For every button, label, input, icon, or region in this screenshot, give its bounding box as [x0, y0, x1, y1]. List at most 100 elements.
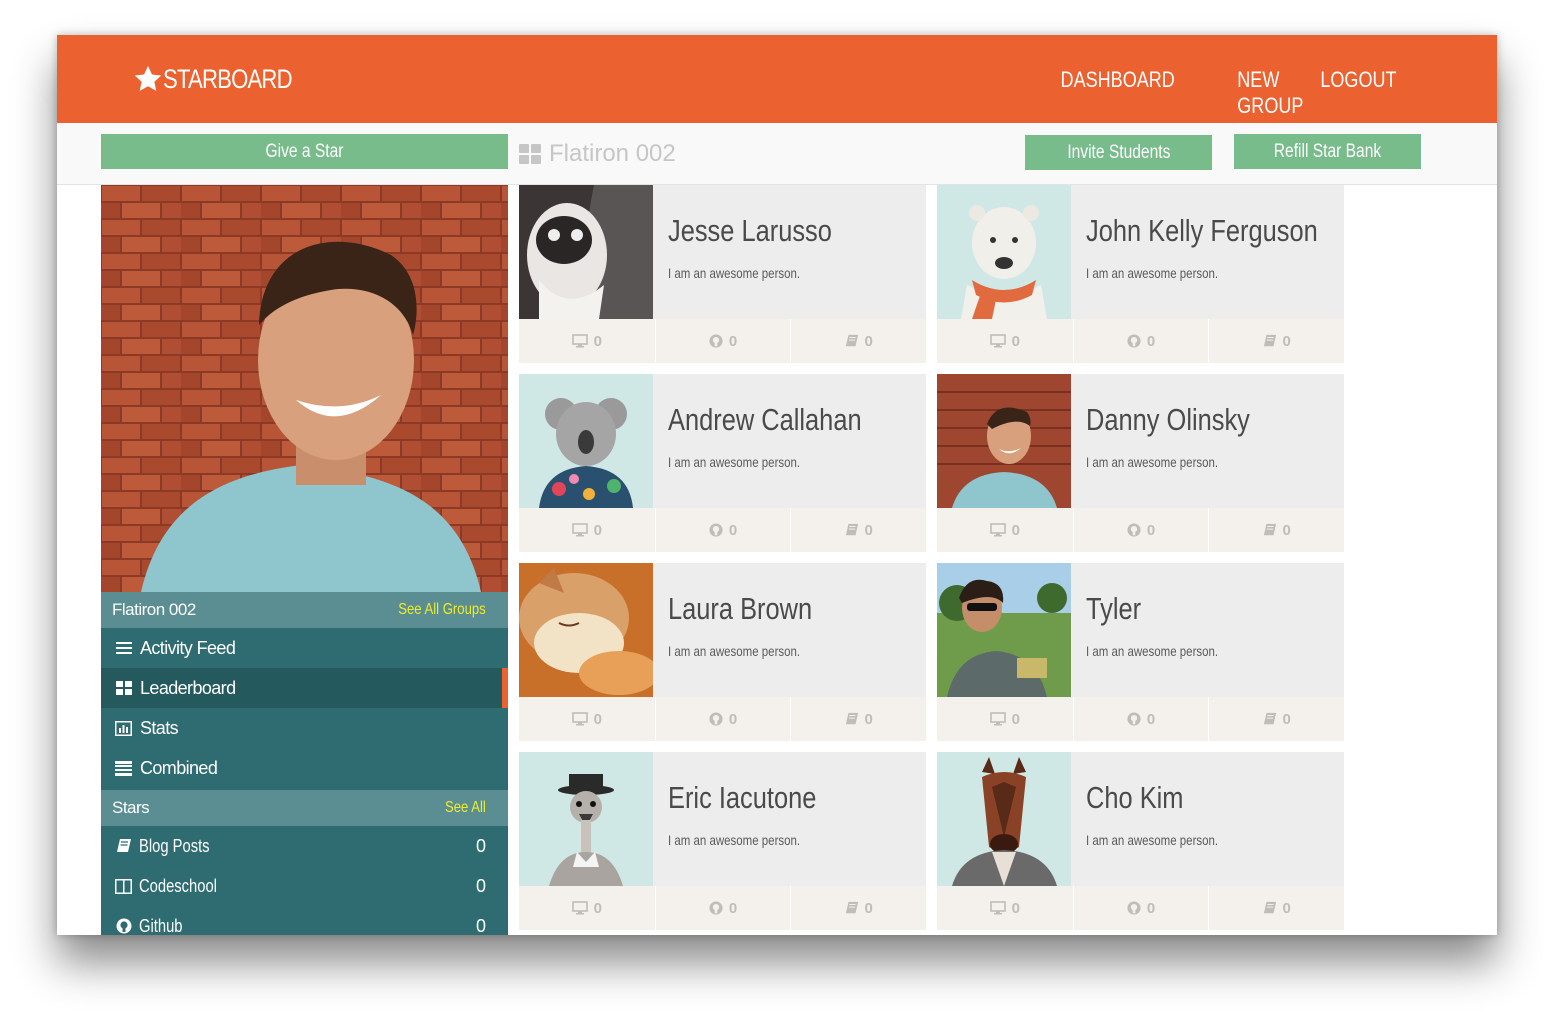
stat-computer: 0 — [519, 886, 655, 930]
sidebar: Flatiron 002 See All Groups Activity Fee… — [101, 185, 508, 935]
stat-computer: 0 — [519, 697, 655, 741]
sidebar-item-stats[interactable]: Stats — [101, 708, 508, 748]
stat-github: 0 — [1072, 697, 1209, 741]
stat-count: 0 — [593, 332, 602, 350]
student-card[interactable]: Eric Iacutone I am an awesome person. 0 0 0 — [519, 752, 926, 930]
sidebar-item-leaderboard[interactable]: Leaderboard — [101, 668, 508, 708]
stat-computer: 0 — [519, 508, 655, 552]
student-card[interactable]: John Kelly Ferguson I am an awesome perso… — [937, 185, 1344, 363]
student-name[interactable]: Jesse Larusso — [668, 213, 832, 249]
star-label: Codeschool — [139, 875, 217, 896]
stat-book: 0 — [790, 697, 926, 741]
student-name[interactable]: Cho Kim — [1086, 780, 1183, 816]
stat-count: 0 — [864, 521, 873, 539]
student-card[interactable]: Jesse Larusso I am an awesome person. 0 0 0 — [519, 185, 926, 363]
stat-count: 0 — [864, 710, 873, 728]
book-icon — [1263, 901, 1283, 915]
student-card[interactable]: Danny Olinsky I am an awesome person. 0 0 0 — [937, 374, 1344, 552]
student-name[interactable]: John Kelly Ferguson — [1086, 213, 1318, 249]
student-card[interactable]: Tyler I am an awesome person. 0 0 0 — [937, 563, 1344, 741]
invite-students-button[interactable]: Invite Students — [1025, 135, 1212, 170]
see-all-stars-link[interactable]: See All — [445, 799, 486, 817]
stat-count: 0 — [1146, 332, 1156, 350]
nav-new-group[interactable]: NEW GROUP — [1238, 67, 1304, 119]
star-count: 0 — [475, 835, 486, 856]
bar-chart-icon — [115, 720, 132, 737]
student-card[interactable]: Andrew Callahan I am an awesome person. 0 0… — [519, 374, 926, 552]
stat-computer: 0 — [937, 319, 1073, 363]
list-icon — [115, 640, 132, 657]
stat-count: 0 — [1146, 899, 1156, 917]
student-avatar — [937, 752, 1071, 886]
student-stats: 0 0 0 — [519, 886, 926, 930]
stat-count: 0 — [728, 332, 738, 350]
student-avatar — [519, 563, 653, 697]
star-count: 0 — [475, 875, 486, 896]
stat-github: 0 — [1072, 319, 1209, 363]
stat-github: 0 — [654, 886, 791, 930]
see-all-groups-link[interactable]: See All Groups — [398, 601, 486, 619]
refill-star-bank-label: Refill Star Bank — [1273, 140, 1382, 162]
stat-book: 0 — [790, 319, 926, 363]
stat-github: 0 — [1072, 508, 1209, 552]
stat-count: 0 — [1011, 332, 1020, 350]
student-name[interactable]: Andrew Callahan — [668, 402, 862, 438]
stat-github: 0 — [1072, 886, 1209, 930]
refill-star-bank-button[interactable]: Refill Star Bank — [1234, 134, 1421, 169]
student-name[interactable]: Laura Brown — [668, 591, 812, 627]
stat-count: 0 — [728, 710, 738, 728]
sidebar-item-label: Combined — [140, 757, 218, 778]
stat-count: 0 — [1146, 521, 1156, 539]
student-card[interactable]: Cho Kim I am an awesome person. 0 0 0 — [937, 752, 1344, 930]
nav-dashboard[interactable]: DASHBOARD — [1060, 67, 1174, 93]
sidebar-item-activity-feed[interactable]: Activity Feed — [101, 628, 508, 668]
stat-count: 0 — [864, 899, 873, 917]
stars-header: Stars See All — [101, 790, 508, 826]
stat-count: 0 — [1282, 710, 1291, 728]
student-avatar — [519, 752, 653, 886]
stat-count: 0 — [593, 899, 602, 917]
computer-icon — [571, 901, 594, 915]
student-stats: 0 0 0 — [519, 697, 926, 741]
student-stats: 0 0 0 — [937, 319, 1344, 363]
star-row-codeschool[interactable]: Codeschool 0 — [101, 866, 508, 906]
stat-count: 0 — [1011, 521, 1020, 539]
student-name[interactable]: Tyler — [1086, 591, 1141, 627]
group-title-text: Flatiron 002 — [549, 140, 676, 167]
stat-count: 0 — [593, 521, 602, 539]
sidebar-item-combined[interactable]: Combined — [101, 748, 508, 788]
github-icon — [709, 712, 729, 726]
star-row-github[interactable]: Github 0 — [101, 906, 508, 935]
student-avatar — [937, 563, 1071, 697]
github-icon — [709, 334, 729, 348]
stat-book: 0 — [1208, 508, 1344, 552]
github-icon — [709, 901, 729, 915]
stat-computer: 0 — [937, 508, 1073, 552]
stat-book: 0 — [790, 508, 926, 552]
computer-icon — [989, 712, 1012, 726]
student-avatar — [519, 185, 653, 319]
stat-count: 0 — [728, 899, 738, 917]
nav-logout[interactable]: LOGOUT — [1320, 67, 1396, 93]
stars-title: Stars — [112, 798, 150, 817]
give-star-label: Give a Star — [265, 140, 344, 162]
invite-students-label: Invite Students — [1066, 141, 1171, 163]
brand-logo[interactable]: STARBOARD — [133, 61, 320, 97]
top-navbar: STARBOARD DASHBOARD NEW GROUP LOGOUT — [57, 35, 1497, 123]
give-star-button[interactable]: Give a Star — [101, 134, 508, 169]
student-stats: 0 0 0 — [937, 697, 1344, 741]
star-row-blog-posts[interactable]: Blog Posts 0 — [101, 826, 508, 866]
computer-icon — [989, 523, 1012, 537]
student-card[interactable]: Laura Brown I am an awesome person. 0 0 0 — [519, 563, 926, 741]
student-bio: I am an awesome person. — [1086, 265, 1219, 281]
sidebar-item-label: Stats — [140, 717, 179, 738]
book-icon — [115, 838, 132, 855]
app-window: STARBOARD DASHBOARD NEW GROUP LOGOUT Giv… — [57, 35, 1497, 935]
book-icon — [1263, 712, 1283, 726]
github-icon — [115, 918, 132, 935]
student-bio: I am an awesome person. — [668, 265, 801, 281]
student-bio: I am an awesome person. — [668, 643, 801, 659]
stat-book: 0 — [1208, 319, 1344, 363]
student-name[interactable]: Eric Iacutone — [668, 780, 816, 816]
student-name[interactable]: Danny Olinsky — [1086, 402, 1250, 438]
